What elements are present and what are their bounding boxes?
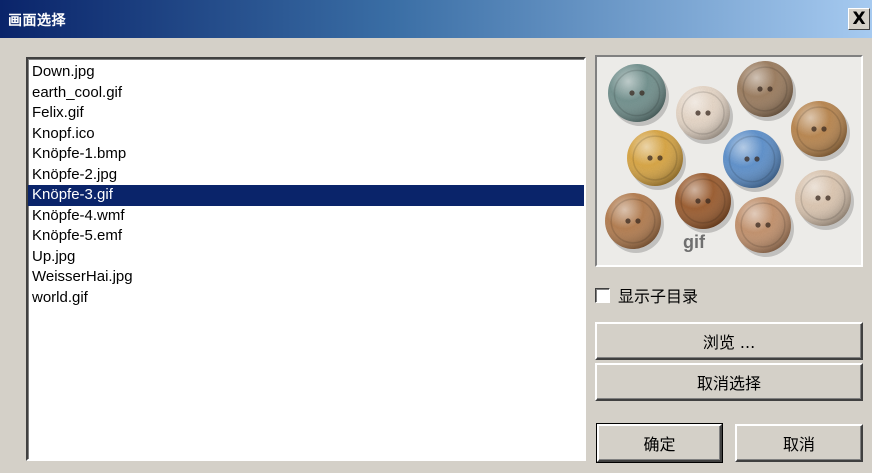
image-select-dialog: 画面选择 X Down.jpg earth_cool.gif Felix.gif Kn…: [0, 0, 872, 473]
deselect-button[interactable]: 取消选择: [595, 363, 863, 401]
file-list-item[interactable]: Knöpfe-2.jpg: [28, 165, 584, 186]
cancel-button[interactable]: 取消: [735, 424, 863, 462]
preview-watermark: gif: [683, 232, 706, 252]
close-button[interactable]: X: [848, 8, 870, 30]
window-title: 画面选择: [8, 13, 66, 29]
browse-button[interactable]: 浏览 ...: [595, 322, 863, 360]
file-list-item[interactable]: WeisserHai.jpg: [28, 267, 584, 288]
file-list-item[interactable]: Felix.gif: [28, 103, 584, 124]
show-subdirs-label: 显示子目录: [618, 287, 699, 306]
file-list-item[interactable]: earth_cool.gif: [28, 83, 584, 104]
file-list-item[interactable]: Up.jpg: [28, 247, 584, 268]
file-list-item[interactable]: world.gif: [28, 288, 584, 309]
file-list-item[interactable]: Knöpfe-3.gif: [28, 185, 584, 206]
file-list[interactable]: Down.jpg earth_cool.gif Felix.gif Knopf.ico…: [26, 57, 586, 461]
file-list-item[interactable]: Down.jpg: [28, 62, 584, 83]
show-subdirs-row[interactable]: 显示子目录: [595, 283, 698, 307]
file-list-item[interactable]: Knöpfe-5.emf: [28, 226, 584, 247]
file-list-item[interactable]: Knopf.ico: [28, 124, 584, 145]
file-list-item[interactable]: Knöpfe-4.wmf: [28, 206, 584, 227]
file-list-item[interactable]: Knöpfe-1.bmp: [28, 144, 584, 165]
image-preview: gif: [595, 55, 863, 267]
ok-button[interactable]: 确定: [596, 423, 723, 463]
show-subdirs-checkbox[interactable]: [595, 287, 610, 303]
title-bar: 画面选择 X: [0, 0, 872, 38]
buttons-image-icon: gif: [597, 57, 861, 265]
close-icon: X: [852, 8, 866, 29]
